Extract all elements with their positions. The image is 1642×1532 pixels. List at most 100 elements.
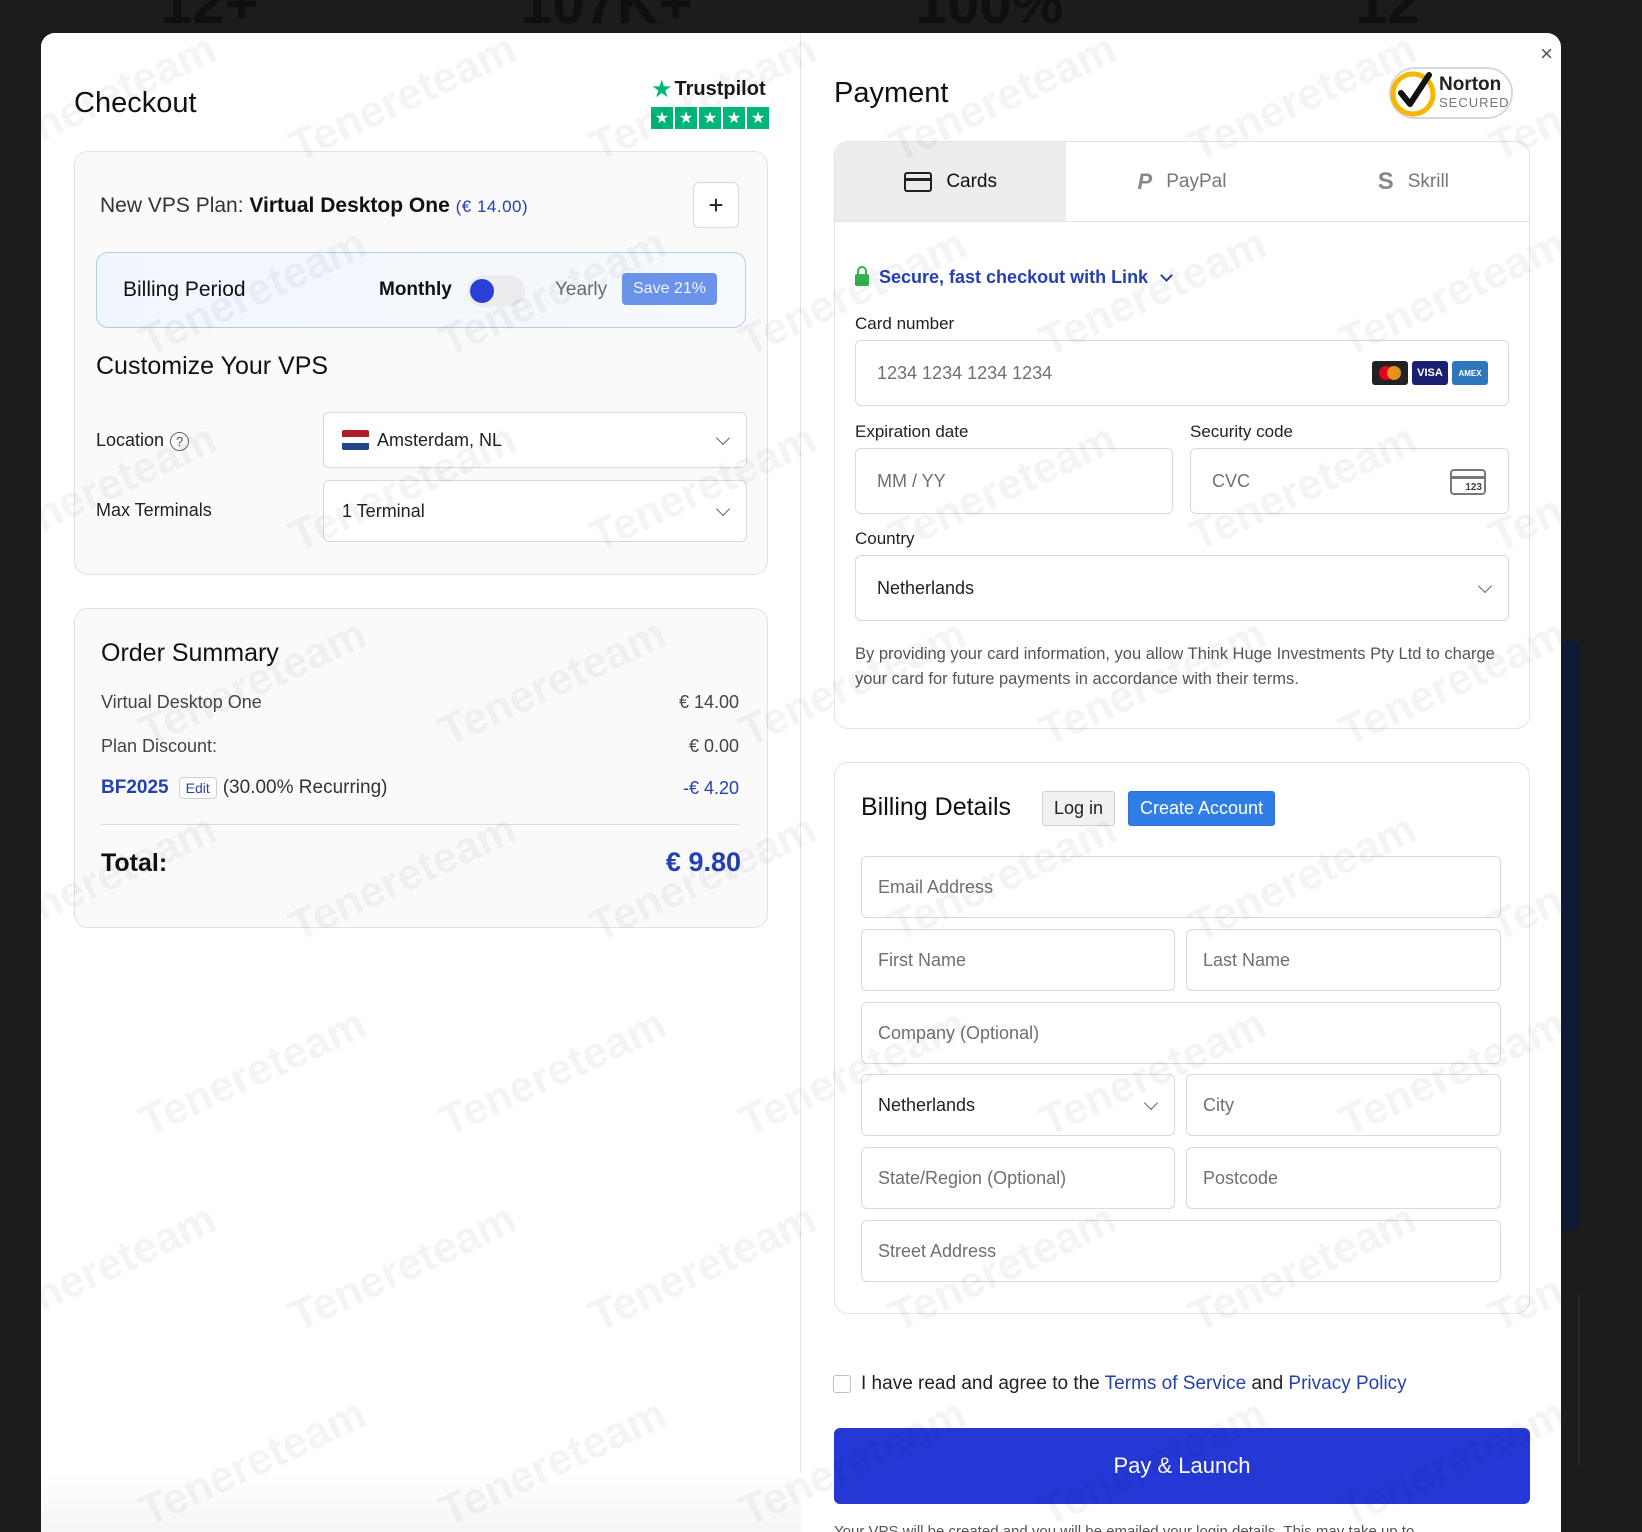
- location-select[interactable]: Amsterdam, NL: [323, 412, 747, 468]
- credit-card-icon: [904, 171, 933, 192]
- tab-paypal[interactable]: P PayPal: [1066, 142, 1298, 221]
- bg-stat: 12+: [160, 0, 259, 36]
- tab-cards-label: Cards: [946, 170, 997, 192]
- monthly-label[interactable]: Monthly: [379, 279, 452, 301]
- max-terminals-label: Max Terminals: [96, 500, 212, 520]
- checkout-title: Checkout: [74, 87, 197, 119]
- card-brand-logos: VISA AMEX: [1372, 361, 1488, 385]
- country-select[interactable]: Netherlands: [855, 555, 1509, 621]
- security-code-label: Security code: [1190, 422, 1293, 441]
- close-icon[interactable]: ×: [1540, 41, 1553, 67]
- expiration-placeholder: MM / YY: [877, 470, 946, 491]
- total-value: € 9.80: [665, 847, 741, 877]
- card-number-placeholder: 1234 1234 1234 1234: [877, 362, 1053, 383]
- payment-tabs: Cards P PayPal S Skrill: [835, 142, 1529, 222]
- billing-country-select[interactable]: Netherlands: [861, 1074, 1175, 1136]
- chevron-down-icon: [715, 430, 731, 446]
- plan-prefix: New VPS Plan:: [100, 194, 244, 217]
- location-label-text: Location: [96, 430, 165, 450]
- norton-badge: Norton SECURED: [1389, 67, 1513, 119]
- paypal-icon: P: [1137, 168, 1153, 194]
- summary-divider: [101, 824, 739, 825]
- log-in-button[interactable]: Log in: [1042, 791, 1116, 826]
- amex-icon: AMEX: [1452, 361, 1488, 385]
- payment-card: Cards P PayPal S Skrill Secure, fast che…: [834, 141, 1530, 729]
- security-code-placeholder: CVC: [1212, 470, 1251, 491]
- billing-details-card: Billing Details Log in Create Account Em…: [834, 762, 1530, 1314]
- trustpilot-badge: ★ Trustpilot ★ ★ ★ ★ ★: [651, 75, 769, 129]
- country-label: Country: [855, 529, 915, 548]
- help-icon[interactable]: ?: [170, 431, 190, 451]
- expiration-label: Expiration date: [855, 422, 969, 441]
- chevron-down-icon: [1143, 1095, 1159, 1111]
- norton-check-icon: [1390, 71, 1436, 117]
- card-disclaimer: By providing your card information, you …: [855, 645, 1495, 688]
- star-icon: ★: [651, 107, 673, 129]
- customize-title: Customize Your VPS: [96, 352, 329, 380]
- card-number-label: Card number: [855, 314, 955, 333]
- bg-stat: 100%: [915, 0, 1064, 36]
- bg-stat: 107K+: [520, 0, 693, 36]
- expiration-input[interactable]: MM / YY: [855, 448, 1173, 514]
- payment-column: × Payment Norton SECURED Cards P PayPal: [801, 33, 1561, 1532]
- billing-period-toggle[interactable]: [467, 275, 525, 307]
- security-code-input[interactable]: CVC 123: [1190, 448, 1509, 514]
- billing-country-value: Netherlands: [878, 1094, 976, 1115]
- coupon-code: BF2025: [101, 777, 169, 798]
- norton-name: Norton: [1439, 74, 1502, 95]
- city-field[interactable]: City: [1186, 1074, 1501, 1136]
- tab-paypal-label: PayPal: [1166, 170, 1227, 192]
- last-name-field[interactable]: Last Name: [1186, 929, 1501, 991]
- postcode-field[interactable]: Postcode: [1186, 1147, 1501, 1209]
- company-field[interactable]: Company (Optional): [861, 1002, 1501, 1064]
- left-fade: [41, 1473, 801, 1532]
- state-field[interactable]: State/Region (Optional): [861, 1147, 1175, 1209]
- pay-and-launch-button[interactable]: Pay & Launch: [834, 1428, 1530, 1504]
- billing-period-label: Billing Period: [123, 278, 246, 301]
- tab-skrill-label: Skrill: [1407, 170, 1449, 192]
- order-summary-card: Order Summary Virtual Desktop One € 14.0…: [74, 608, 768, 928]
- state-placeholder: State/Region (Optional): [878, 1167, 1067, 1188]
- last-name-placeholder: Last Name: [1203, 949, 1291, 970]
- email-placeholder: Email Address: [878, 876, 994, 897]
- cvc-card-icon: 123: [1450, 469, 1486, 495]
- star-icon: ★: [651, 76, 673, 103]
- tab-skrill[interactable]: S Skrill: [1297, 142, 1529, 221]
- edit-coupon-button[interactable]: Edit: [178, 777, 217, 800]
- payment-title: Payment: [834, 77, 949, 109]
- chevron-down-icon: [715, 501, 731, 517]
- link-checkout-toggle[interactable]: Secure, fast checkout with Link: [855, 266, 1173, 288]
- agree-and: and: [1251, 1373, 1284, 1394]
- postcode-placeholder: Postcode: [1203, 1167, 1279, 1188]
- max-terminals-select[interactable]: 1 Terminal: [323, 480, 747, 542]
- yearly-label[interactable]: Yearly: [555, 279, 607, 301]
- netherlands-flag-icon: [342, 430, 369, 450]
- chevron-down-icon: [1160, 269, 1173, 282]
- card-number-input[interactable]: 1234 1234 1234 1234 VISA AMEX: [855, 340, 1509, 406]
- link-checkout-text: Secure, fast checkout with Link: [879, 267, 1149, 287]
- country-value: Netherlands: [877, 577, 975, 598]
- terms-of-service-link[interactable]: Terms of Service: [1105, 1373, 1246, 1394]
- background-divider: [1560, 1295, 1580, 1465]
- terms-checkbox[interactable]: [833, 1375, 851, 1393]
- first-name-field[interactable]: First Name: [861, 929, 1175, 991]
- order-item-value: € 14.00: [678, 692, 739, 712]
- tab-cards[interactable]: Cards: [835, 142, 1067, 221]
- plan-price: (€ 14.00): [455, 197, 529, 216]
- norton-sub: SECURED: [1439, 95, 1510, 110]
- add-plan-button[interactable]: +: [693, 182, 739, 228]
- visa-icon: VISA: [1412, 361, 1448, 385]
- star-icon: ★: [747, 107, 769, 129]
- save-badge: Save 21%: [622, 273, 717, 305]
- plan-discount-label: Plan Discount:: [101, 736, 218, 756]
- street-address-field[interactable]: Street Address: [861, 1220, 1501, 1282]
- agree-prefix: I have read and agree to the: [861, 1373, 1100, 1394]
- location-value: Amsterdam, NL: [377, 429, 503, 450]
- first-name-placeholder: First Name: [878, 949, 967, 970]
- privacy-policy-link[interactable]: Privacy Policy: [1288, 1373, 1406, 1394]
- trustpilot-name: Trustpilot: [674, 78, 766, 100]
- cvc-icon-text: 123: [1465, 482, 1482, 493]
- order-summary-title: Order Summary: [101, 639, 279, 667]
- email-field[interactable]: Email Address: [861, 856, 1501, 918]
- create-account-button[interactable]: Create Account: [1128, 791, 1276, 826]
